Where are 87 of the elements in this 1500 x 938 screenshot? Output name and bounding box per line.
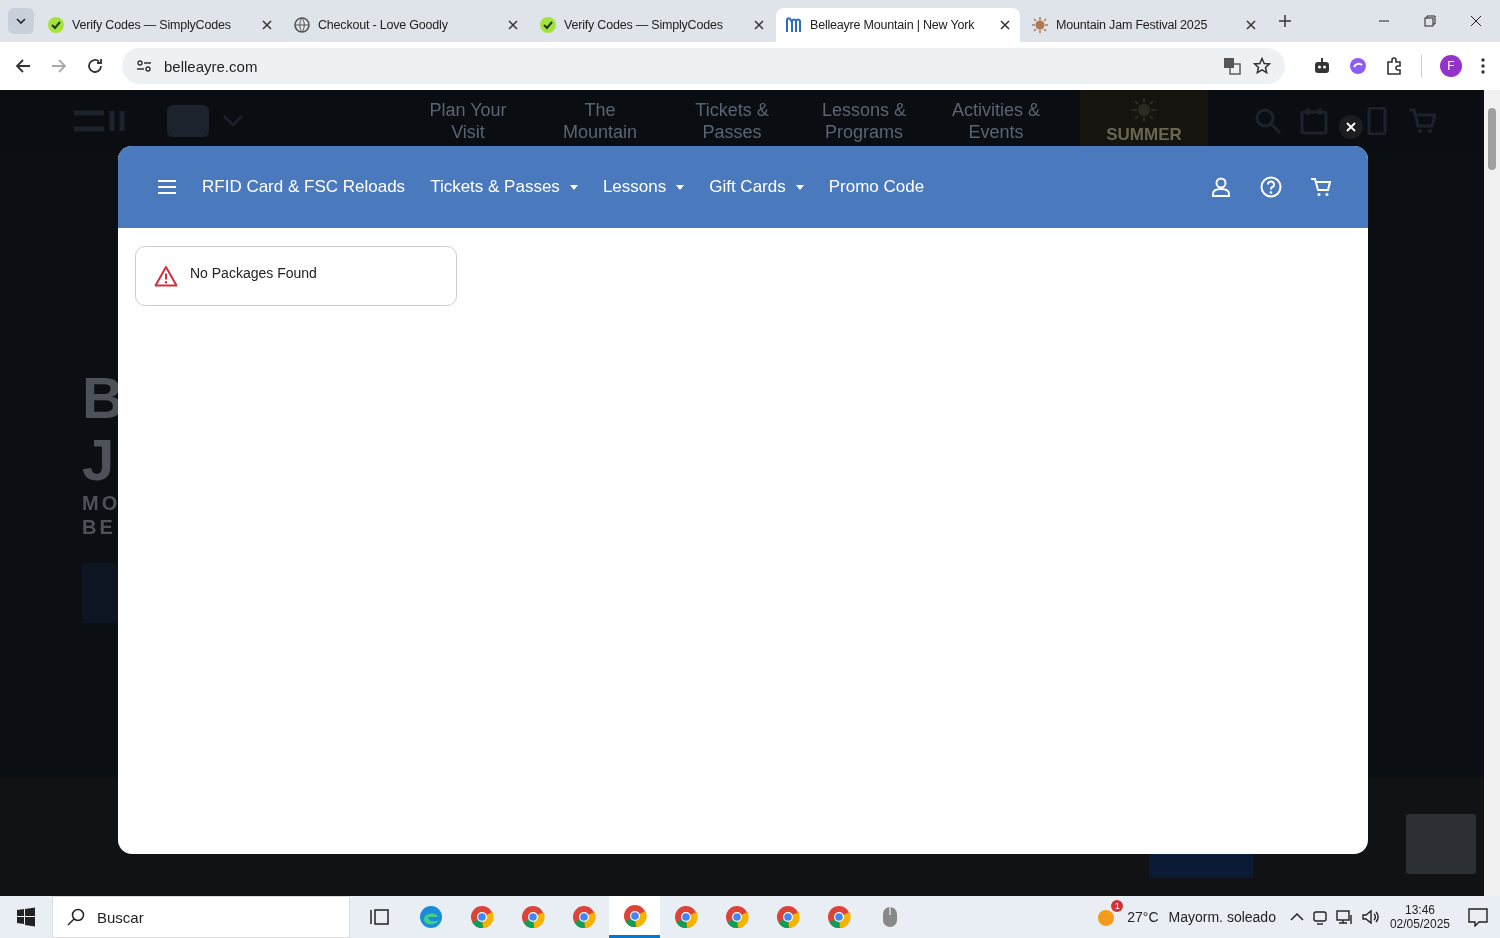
- search-icon: [67, 908, 85, 926]
- menu-item[interactable]: Tickets & Passes: [430, 177, 578, 197]
- new-tab-icon[interactable]: [1278, 14, 1292, 28]
- clock-time: 13:46: [1404, 903, 1435, 917]
- browser-tab[interactable]: Verify Codes — SimplyCodes: [530, 8, 774, 42]
- chrome-icon[interactable]: [673, 905, 698, 929]
- address-bar[interactable]: belleayre.com: [122, 48, 1285, 84]
- taskbar-search-field[interactable]: Buscar: [52, 896, 350, 938]
- chrome-icon[interactable]: [469, 905, 494, 929]
- browser-tab[interactable]: Belleayre Mountain | New York: [776, 8, 1020, 42]
- warning-icon: [154, 265, 178, 287]
- close-icon[interactable]: [1246, 20, 1256, 30]
- task-view-icon[interactable]: [369, 907, 390, 927]
- cart-icon[interactable]: [1310, 176, 1332, 198]
- browser-tab[interactable]: Mountain Jam Festival 2025: [1022, 8, 1266, 42]
- hero-heading: B: [82, 367, 124, 429]
- reload-icon[interactable]: [86, 57, 104, 75]
- translate-icon[interactable]: [1223, 57, 1241, 75]
- browser-tab[interactable]: Verify Codes — SimplyCodes: [38, 8, 282, 42]
- recaptcha-badge: [1406, 814, 1476, 874]
- tab-title: Verify Codes — SimplyCodes: [72, 18, 232, 32]
- temperature: 27°C: [1127, 909, 1159, 925]
- scrollbar[interactable]: [1484, 90, 1500, 896]
- close-icon[interactable]: [1000, 20, 1010, 30]
- back-icon[interactable]: [14, 57, 32, 75]
- tab-search-button[interactable]: [8, 8, 34, 34]
- extension-badge-icon[interactable]: [1349, 57, 1367, 75]
- hero-subheading: BE: [82, 515, 116, 539]
- url-text: belleayre.com: [164, 57, 258, 75]
- tab-title: Belleayre Mountain | New York: [810, 18, 976, 32]
- close-icon[interactable]: [754, 20, 764, 30]
- browser-tab[interactable]: Checkout - Love Goodly: [284, 8, 528, 42]
- windows-start-icon[interactable]: [16, 907, 36, 927]
- menu-item[interactable]: RFID Card & FSC Reloads: [202, 177, 406, 197]
- chrome-icon[interactable]: [571, 905, 596, 929]
- menu-item[interactable]: Gift Cards: [709, 177, 804, 197]
- chrome-icon[interactable]: [622, 903, 647, 928]
- forward-icon[interactable]: [50, 57, 68, 75]
- nav-link[interactable]: Tickets & Passes: [666, 99, 798, 143]
- season-label: SUMMER: [1106, 125, 1182, 145]
- check-icon: [540, 17, 556, 33]
- volume-icon[interactable]: [1361, 909, 1380, 925]
- alert-message: No Packages Found: [190, 265, 317, 281]
- chevron-down-icon: [16, 18, 26, 24]
- chrome-icon[interactable]: [826, 905, 851, 929]
- check-icon: [48, 17, 64, 33]
- robot-icon[interactable]: [1313, 57, 1331, 75]
- nav-link[interactable]: Lessons & Programs: [798, 99, 930, 143]
- restore-icon[interactable]: [1424, 15, 1436, 27]
- site-settings-icon[interactable]: [136, 58, 152, 74]
- taskbar-app[interactable]: [609, 896, 660, 938]
- help-icon[interactable]: [1260, 176, 1282, 198]
- more-icon[interactable]: [1480, 57, 1486, 75]
- profile-avatar[interactable]: F: [1440, 55, 1462, 77]
- chevron-up-icon[interactable]: [1289, 912, 1304, 922]
- menu-item[interactable]: Lessons: [602, 177, 685, 197]
- menu-item[interactable]: Promo Code: [828, 177, 925, 197]
- hero-heading: J: [82, 429, 115, 491]
- sun-icon: [1032, 17, 1048, 33]
- clock-date: 02/05/2025: [1389, 917, 1450, 931]
- puzzle-icon[interactable]: [1385, 57, 1403, 75]
- close-icon[interactable]: [508, 20, 518, 30]
- tab-title: Mountain Jam Festival 2025: [1056, 18, 1209, 32]
- tab-title: Checkout - Love Goodly: [318, 18, 449, 32]
- menu-icon[interactable]: [157, 179, 177, 195]
- forecast-text: Mayorm. soleado: [1168, 909, 1276, 925]
- user-icon[interactable]: [1210, 176, 1232, 198]
- star-icon[interactable]: [1253, 57, 1271, 75]
- edge-icon[interactable]: [418, 905, 443, 929]
- globe-icon: [294, 17, 310, 33]
- search-placeholder: Buscar: [97, 908, 144, 926]
- m-logo-icon: [786, 17, 802, 33]
- nav-link[interactable]: Activities & Events: [930, 99, 1062, 143]
- nav-link[interactable]: The Mountain: [534, 99, 666, 143]
- close-icon: [1346, 122, 1356, 132]
- network-icon[interactable]: [1335, 909, 1354, 925]
- chrome-icon[interactable]: [520, 905, 545, 929]
- tab-title: Verify Codes — SimplyCodes: [564, 18, 724, 32]
- nav-link[interactable]: Plan Your Visit: [402, 99, 534, 143]
- notifications-icon[interactable]: [1468, 907, 1488, 927]
- close-icon[interactable]: [1470, 15, 1482, 27]
- close-icon[interactable]: [262, 20, 272, 30]
- chrome-icon[interactable]: [775, 905, 800, 929]
- notification-badge: 1: [1111, 900, 1124, 912]
- chrome-icon[interactable]: [724, 905, 749, 929]
- hero-subheading: MO: [82, 491, 121, 515]
- mouse-icon[interactable]: [881, 906, 898, 928]
